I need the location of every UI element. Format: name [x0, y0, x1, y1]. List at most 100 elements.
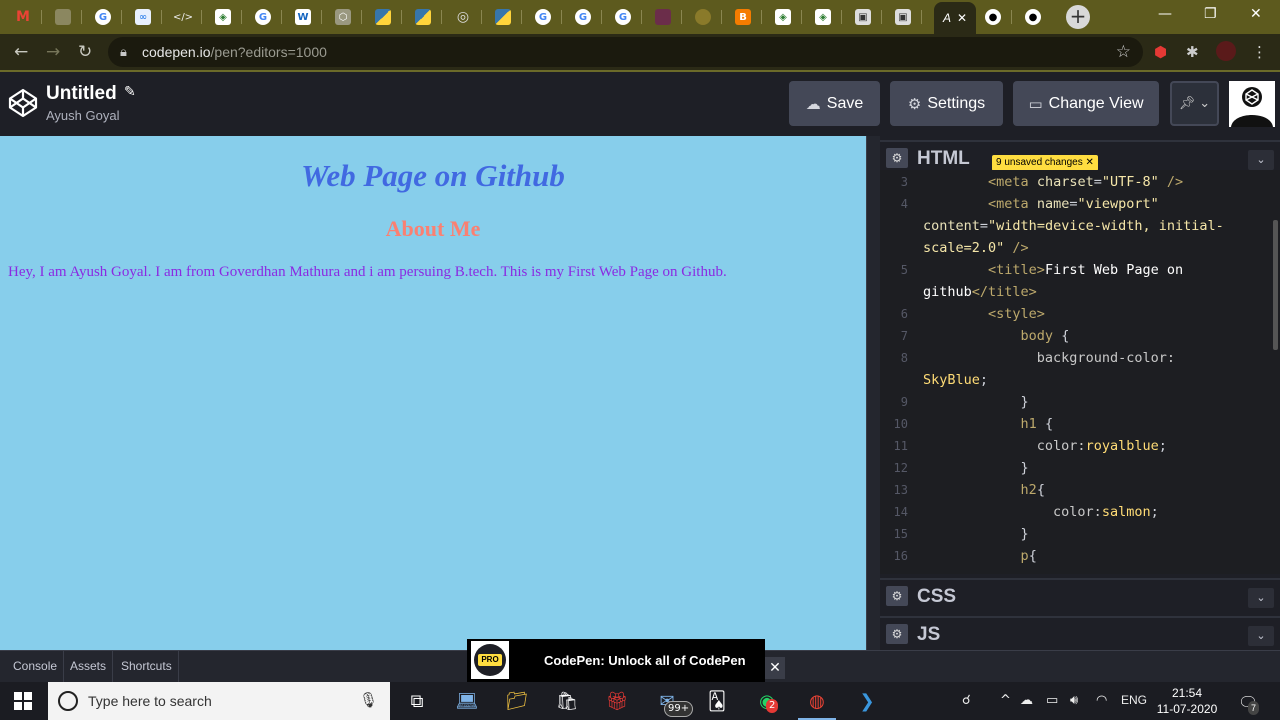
editor-scrollbar[interactable] [1273, 220, 1278, 350]
bookmark-star-icon[interactable]: ☆ [1116, 42, 1131, 62]
python-icon [495, 9, 511, 25]
tab-separator [241, 10, 242, 24]
tray-expand-icon[interactable]: ^ [1000, 693, 1011, 708]
tab-contact[interactable]: ▣ [884, 4, 922, 30]
tab-gmail[interactable]: M [4, 4, 42, 30]
tab-code[interactable]: </> [164, 4, 202, 30]
wifi-icon[interactable]: ◠ [1096, 693, 1107, 708]
extension-shield-icon[interactable]: ⬢ [1154, 43, 1167, 61]
tab-google[interactable]: G [564, 4, 602, 30]
tab-frog[interactable] [684, 4, 722, 30]
mail-badge: 99+ [664, 701, 694, 717]
battery-icon[interactable]: ▭ [1046, 693, 1058, 708]
tab-google[interactable]: G [604, 4, 642, 30]
code-line: body { [1020, 328, 1070, 344]
tab-separator [361, 10, 362, 24]
spiral-icon: ◎ [456, 9, 470, 25]
tab-python[interactable] [484, 4, 522, 30]
user-avatar[interactable] [1229, 81, 1275, 127]
close-tab-icon[interactable]: ✕ [957, 11, 967, 25]
pro-promo-banner[interactable]: PRO CodePen: Unlock all of CodePen [467, 639, 765, 683]
profile-avatar[interactable] [1216, 41, 1236, 61]
tab-diamond[interactable]: ◈ [764, 4, 802, 30]
task-view-icon[interactable]: ⧉ [402, 687, 432, 715]
tab-separator [841, 10, 842, 24]
codepen-logo-icon[interactable] [8, 88, 38, 118]
back-icon[interactable]: ← [14, 42, 28, 62]
store-icon[interactable]: 🛍︎ [552, 687, 582, 715]
file-explorer-icon[interactable]: 📁︎ [502, 687, 532, 715]
html-pane-header[interactable]: ⚙ HTML 9 unsaved changes ✕ ⌄ [880, 140, 1280, 174]
edit-title-pencil-icon[interactable]: ✎ [124, 84, 136, 100]
css-pane-header[interactable]: ⚙ CSS ⌄ [880, 578, 1280, 612]
minimize-icon[interactable]: — [1158, 6, 1172, 22]
console-button[interactable]: Console [7, 651, 65, 682]
tab-blank[interactable] [44, 4, 82, 30]
settings-button[interactable]: ⚙ Settings [890, 81, 1003, 126]
tab-diamond[interactable]: ◈ [804, 4, 842, 30]
forward-icon[interactable]: → [46, 42, 60, 62]
close-window-icon[interactable]: ✕ [1250, 6, 1262, 22]
tab-python[interactable] [404, 4, 442, 30]
menu-dots-icon[interactable]: ⋮ [1252, 43, 1267, 61]
tab-github[interactable]: ● [974, 4, 1012, 30]
shortcuts-button[interactable]: Shortcuts [115, 651, 179, 682]
gift-icon[interactable]: 🎁︎ [602, 687, 632, 715]
tab-w3[interactable]: W [284, 4, 322, 30]
tab-google[interactable]: G [244, 4, 282, 30]
chrome-icon[interactable]: ◍ [798, 687, 836, 720]
pen-author[interactable]: Ayush Goyal [46, 108, 119, 123]
reload-icon[interactable]: ↻ [78, 42, 92, 62]
tab-contact[interactable]: ▣ [844, 4, 882, 30]
tab-python-gray[interactable]: ⬡ [324, 4, 362, 30]
change-view-button[interactable]: ▭ Change View [1013, 81, 1159, 126]
tab-separator [641, 10, 642, 24]
js-collapse-chevron-icon[interactable]: ⌄ [1248, 626, 1274, 646]
tab-image[interactable] [644, 4, 682, 30]
taskbar-search[interactable]: Type here to search 🎙︎ [48, 682, 390, 720]
html-settings-gear-icon[interactable]: ⚙ [886, 148, 908, 168]
google-icon: G [575, 9, 591, 25]
pen-title[interactable]: Untitled [46, 83, 117, 105]
save-button[interactable]: ☁ Save [789, 81, 880, 126]
tab-python[interactable] [364, 4, 402, 30]
whatsapp-icon[interactable]: ◉ 2 [752, 687, 782, 715]
chevron-down-icon: ⌄ [1199, 96, 1211, 111]
tab-codepen-active[interactable]: A ✕ [934, 2, 976, 34]
extensions-puzzle-icon[interactable]: ✱ [1186, 43, 1199, 61]
tab-infinity[interactable]: ∞ [124, 4, 162, 30]
css-collapse-chevron-icon[interactable]: ⌄ [1248, 588, 1274, 608]
address-bar[interactable]: 🔒︎ codepen.io/pen?editors=1000 ☆ [108, 37, 1143, 67]
tab-blogger[interactable]: B [724, 4, 762, 30]
clock[interactable]: 21:54 11-07-2020 [1156, 685, 1218, 717]
onedrive-icon[interactable]: ☁ [1020, 693, 1033, 708]
cards-game-icon[interactable]: 🂡 [702, 687, 732, 715]
vscode-icon[interactable]: ❯ [852, 687, 882, 715]
tab-diamond[interactable]: ◈ [204, 4, 242, 30]
mail-icon[interactable]: ✉ 99+ [652, 687, 694, 717]
new-tab-button[interactable]: + [1066, 5, 1090, 29]
people-icon[interactable]: ☌ [962, 693, 971, 708]
js-pane-header[interactable]: ⚙ JS ⌄ [880, 616, 1280, 650]
promo-close-icon[interactable]: ✕ [765, 657, 785, 679]
tab-github[interactable]: ● [1014, 4, 1052, 30]
js-settings-gear-icon[interactable]: ⚙ [886, 624, 908, 644]
windows-start-icon[interactable] [14, 692, 32, 710]
pin-menu-button[interactable]: 📌︎ ⌄ [1170, 81, 1219, 126]
close-icon[interactable]: ✕ [1086, 157, 1094, 168]
restore-icon[interactable]: ❐ [1204, 6, 1217, 22]
code-line: background-color: [1036, 350, 1175, 366]
tab-google[interactable]: G [84, 4, 122, 30]
laptop-app-icon[interactable]: 💻︎ [452, 687, 482, 715]
language-indicator[interactable]: ENG [1121, 693, 1147, 707]
microphone-icon[interactable]: 🎙︎ [359, 691, 378, 709]
pane-resize-handle[interactable] [866, 136, 880, 650]
tab-google[interactable]: G [524, 4, 562, 30]
tab-spiral[interactable]: ◎ [444, 4, 482, 30]
unsaved-changes-badge[interactable]: 9 unsaved changes ✕ [992, 155, 1098, 171]
html-code-editor[interactable]: 3 <meta charset="UTF-8" /> 4 <meta name=… [880, 170, 1280, 574]
html-collapse-chevron-icon[interactable]: ⌄ [1248, 150, 1274, 170]
volume-icon[interactable]: 🔊︎ [1070, 693, 1078, 708]
assets-button[interactable]: Assets [64, 651, 114, 682]
css-settings-gear-icon[interactable]: ⚙ [886, 586, 908, 606]
